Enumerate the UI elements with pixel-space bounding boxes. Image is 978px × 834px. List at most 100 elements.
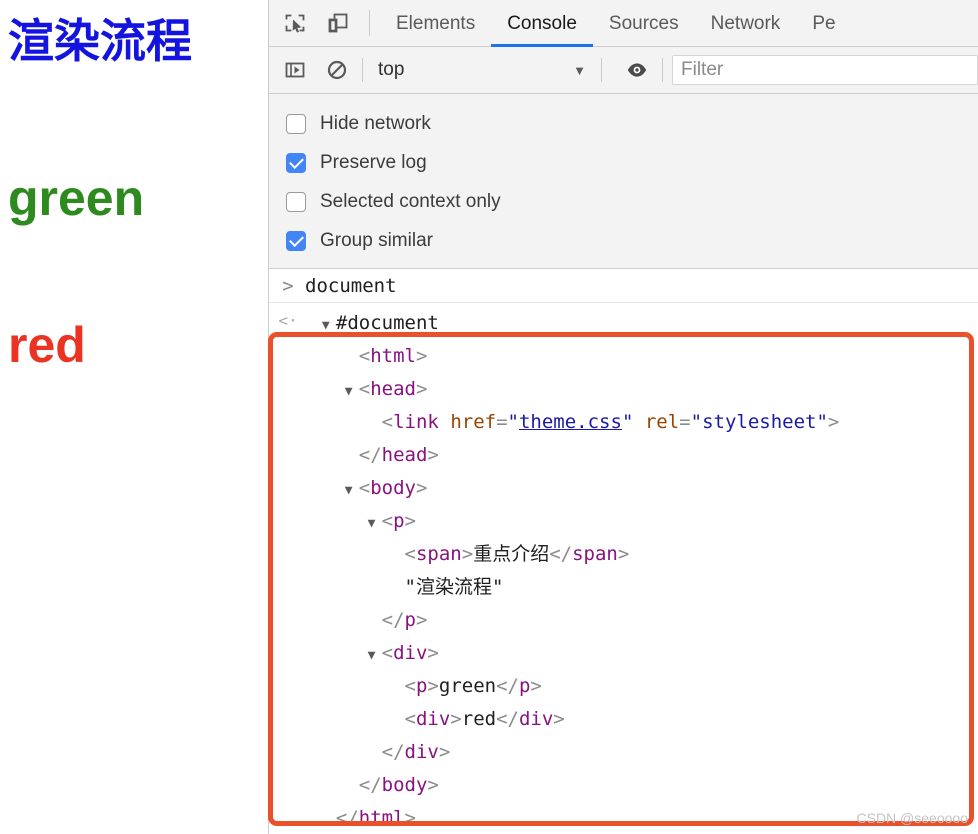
dom-tree-row[interactable]: <html>: [299, 341, 839, 374]
dom-token-tag: p: [404, 609, 416, 631]
live-expression-eye-icon[interactable]: [621, 54, 653, 86]
dom-token-ang: >: [415, 378, 428, 400]
dom-tree-row[interactable]: <p>green</p>: [299, 671, 839, 704]
dom-token-ang: =: [496, 411, 508, 433]
dom-tree-row[interactable]: <link href="theme.css" rel="stylesheet">: [299, 407, 840, 440]
checkbox-row-hide-network[interactable]: Hide network: [269, 104, 978, 143]
filterbar-separator-3: [662, 58, 663, 82]
devtools-panel: Elements Console Sources Network Pe top …: [269, 0, 978, 834]
dom-token-ang: </: [496, 708, 519, 730]
dom-token-tag: body: [381, 774, 428, 796]
dom-token-ang: >: [415, 609, 428, 631]
dom-token-ang: >: [530, 675, 542, 697]
expand-triangle-icon[interactable]: ▼: [368, 509, 382, 539]
dom-token-tag: p: [393, 510, 405, 532]
dom-token-tag: div: [393, 642, 428, 664]
console-settings-panel: Hide network Preserve log Selected conte…: [269, 94, 978, 269]
selected-context-only-label: Selected context only: [320, 190, 501, 212]
show-console-sidebar-icon[interactable]: [279, 54, 311, 86]
console-result: <· ▼ #document <html> ▼ <head> <link href=…: [269, 303, 978, 834]
clear-console-icon[interactable]: [321, 54, 353, 86]
expand-triangle-icon[interactable]: ▼: [345, 476, 359, 506]
tab-performance[interactable]: Pe: [796, 0, 851, 47]
group-similar-checkbox[interactable]: [286, 230, 306, 251]
dom-token-ang: >: [427, 444, 439, 466]
dom-token-ang: </: [381, 609, 405, 631]
dom-token-tag: body: [370, 477, 416, 499]
dom-token-ang: >: [427, 642, 439, 664]
tab-network[interactable]: Network: [695, 0, 797, 47]
dom-token-tag: html: [370, 345, 416, 367]
dom-tree-row[interactable]: ▼ #document: [299, 308, 839, 341]
dom-tree-row[interactable]: <div>red</div>: [299, 704, 839, 737]
dom-token-ang: >: [415, 477, 428, 499]
prompt-chevron-icon: >: [282, 274, 294, 297]
console-command-line[interactable]: > document: [269, 269, 978, 303]
console-filter-input[interactable]: [672, 55, 978, 85]
dom-token-link[interactable]: theme.css: [519, 411, 622, 433]
dom-token-ang: </: [358, 444, 382, 466]
preserve-log-checkbox[interactable]: [286, 152, 306, 173]
javascript-context-select[interactable]: top ▼: [372, 59, 592, 81]
tab-sources[interactable]: Sources: [593, 0, 695, 47]
console-command-text: document: [305, 274, 397, 297]
inspect-element-icon[interactable]: [278, 6, 312, 40]
checkbox-row-group-similar[interactable]: Group similar: [269, 221, 978, 260]
dom-tree-row[interactable]: </html>: [299, 803, 839, 834]
dom-tree-row[interactable]: ▼ <div>: [299, 638, 839, 671]
filterbar-separator-2: [601, 58, 602, 82]
dom-token-ang: =: [679, 411, 691, 433]
dom-tree-row[interactable]: "渲染流程": [299, 572, 839, 605]
selected-context-only-checkbox[interactable]: [286, 191, 306, 212]
dom-tree-row[interactable]: </body>: [299, 770, 839, 803]
dom-tree-row[interactable]: ▼ <p>: [299, 506, 839, 539]
dom-token-txt: red: [461, 708, 497, 730]
console-filter-bar: top ▼: [269, 47, 978, 94]
dom-tree-output[interactable]: ▼ #document <html> ▼ <head> <link href="th…: [299, 308, 839, 834]
expand-triangle-icon[interactable]: ▼: [345, 377, 359, 407]
page-text-green: green: [8, 169, 145, 226]
device-toolbar-icon[interactable]: [321, 6, 355, 40]
dom-tree-row[interactable]: <span>重点介绍</span>: [299, 539, 839, 572]
expand-triangle-icon[interactable]: ▼: [368, 641, 382, 671]
dom-tree-row[interactable]: </p>: [299, 605, 839, 638]
devtools-tabbar: Elements Console Sources Network Pe: [269, 0, 978, 47]
dom-token-ang: </: [549, 543, 573, 565]
tab-console[interactable]: Console: [491, 0, 593, 47]
dom-tree-row[interactable]: ▼ <body>: [299, 473, 839, 506]
preserve-log-label: Preserve log: [320, 151, 427, 173]
dom-token-tag: p: [415, 675, 428, 697]
dom-token-txt: [439, 411, 450, 433]
dom-token-tag: div: [518, 708, 554, 730]
tab-elements[interactable]: Elements: [380, 0, 491, 47]
console-output: > document <· ▼ #document <html> ▼ <head> …: [269, 269, 978, 834]
dom-tree-row[interactable]: ▼ <head>: [299, 374, 839, 407]
dom-token-ang: >: [415, 345, 428, 367]
dom-tree-row[interactable]: </div>: [299, 737, 839, 770]
group-similar-label: Group similar: [320, 229, 433, 251]
dom-token-ang: >: [827, 411, 840, 433]
dom-token-ang: <: [404, 675, 416, 697]
watermark-text: CSDN @seeoooo: [856, 810, 969, 826]
dom-tree-row[interactable]: </head>: [299, 440, 839, 473]
expand-triangle-icon[interactable]: ▼: [322, 311, 336, 341]
hide-network-label: Hide network: [320, 112, 431, 134]
dom-token-tag: p: [518, 675, 531, 697]
dom-token-ang: >: [617, 543, 630, 565]
dom-token-ang: <: [381, 510, 394, 532]
dom-token-ang: >: [438, 741, 451, 763]
dom-token-ang: <: [358, 345, 371, 367]
context-label: top: [378, 59, 405, 80]
checkbox-row-preserve-log[interactable]: Preserve log: [269, 143, 978, 182]
dom-token-ang: <: [404, 708, 416, 730]
dom-token-tag: link: [393, 411, 439, 433]
checkbox-row-selected-context-only[interactable]: Selected context only: [269, 182, 978, 221]
hide-network-checkbox[interactable]: [286, 113, 306, 134]
dom-token-tag: span: [572, 543, 618, 565]
page-heading-cn: 渲染流程: [8, 15, 192, 67]
dom-token-txt: 重点介绍: [473, 543, 550, 565]
